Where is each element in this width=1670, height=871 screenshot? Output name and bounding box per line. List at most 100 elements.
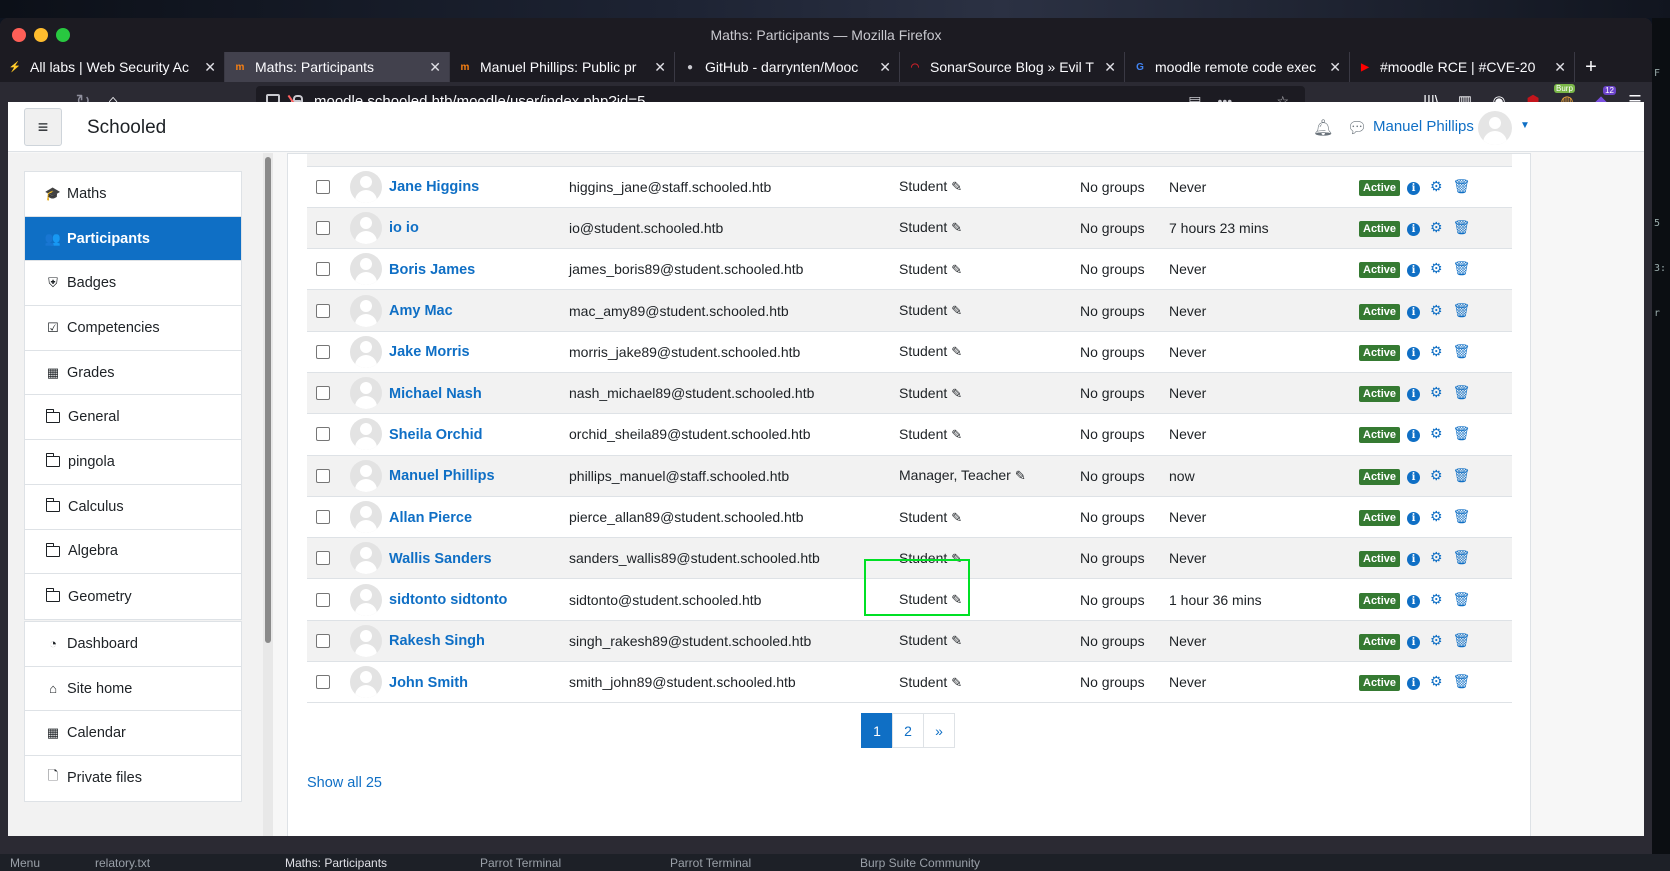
browser-tab[interactable]: ◠ SonarSource Blog » Evil T ✕	[900, 52, 1125, 82]
edit-enrolment-gear-icon[interactable]: ⚙	[1430, 467, 1443, 483]
taskbar-menu[interactable]: Menu	[10, 856, 40, 870]
edit-enrolment-gear-icon[interactable]: ⚙	[1430, 219, 1443, 235]
enrolment-info-icon[interactable]: i	[1407, 181, 1421, 195]
row-select-checkbox[interactable]	[316, 633, 330, 648]
browser-tab[interactable]: ▶ #moodle RCE | #CVE-20 ✕	[1350, 52, 1575, 82]
enrolment-info-icon[interactable]: i	[1407, 388, 1421, 402]
enrolment-info-icon[interactable]: i	[1407, 553, 1421, 567]
tab-close-icon[interactable]: ✕	[654, 59, 666, 76]
messages-chat-icon[interactable]: 💬︎	[1347, 118, 1367, 138]
enrolment-info-icon[interactable]: i	[1407, 470, 1421, 484]
page-2-button[interactable]: 2	[892, 713, 924, 748]
participant-avatar[interactable]	[350, 294, 382, 327]
row-select-checkbox[interactable]	[316, 386, 330, 401]
edit-role-pencil-icon[interactable]: ✎	[951, 262, 962, 277]
edit-role-pencil-icon[interactable]: ✎	[951, 344, 962, 359]
participant-avatar[interactable]	[350, 459, 382, 492]
edit-role-pencil-icon[interactable]: ✎	[951, 220, 962, 235]
enrolment-info-icon[interactable]: i	[1407, 512, 1421, 526]
participant-avatar[interactable]	[350, 253, 382, 286]
notifications-bell-icon[interactable]: 🔔︎	[1313, 118, 1333, 138]
page-1-button[interactable]: 1	[861, 713, 893, 748]
browser-tab[interactable]: ● GitHub - darrynten/Mooc ✕	[675, 52, 900, 82]
row-select-checkbox[interactable]	[316, 262, 330, 277]
unenrol-trash-icon[interactable]: 🗑︎	[1453, 673, 1471, 689]
participant-name-link[interactable]: John Smith	[389, 675, 468, 691]
sidebar-item-private-files[interactable]: 🗋 Private files	[25, 756, 241, 801]
edit-enrolment-gear-icon[interactable]: ⚙	[1430, 632, 1443, 648]
edit-role-pencil-icon[interactable]: ✎	[1015, 468, 1026, 483]
participant-avatar[interactable]	[350, 377, 382, 410]
unenrol-trash-icon[interactable]: 🗑︎	[1453, 632, 1471, 648]
taskbar-item[interactable]: relatory.txt	[95, 856, 150, 870]
edit-enrolment-gear-icon[interactable]: ⚙	[1430, 384, 1443, 400]
taskbar-item[interactable]: Burp Suite Community	[860, 856, 980, 870]
unenrol-trash-icon[interactable]: 🗑︎	[1453, 508, 1471, 524]
participant-avatar[interactable]	[350, 335, 382, 368]
participant-name-link[interactable]: Allan Pierce	[389, 510, 472, 526]
sidebar-item-dashboard[interactable]: ◔ Dashboard	[25, 622, 241, 667]
participant-avatar[interactable]	[350, 418, 382, 451]
show-all-link[interactable]: Show all 25	[307, 775, 382, 791]
edit-enrolment-gear-icon[interactable]: ⚙	[1430, 591, 1443, 607]
edit-enrolment-gear-icon[interactable]: ⚙	[1430, 260, 1443, 276]
participant-name-link[interactable]: sidtonto sidtonto	[389, 592, 507, 608]
participant-name-link[interactable]: Amy Mac	[389, 303, 453, 319]
participant-name-link[interactable]: Michael Nash	[389, 386, 482, 402]
edit-enrolment-gear-icon[interactable]: ⚙	[1430, 508, 1443, 524]
participant-avatar[interactable]	[350, 211, 382, 244]
sidebar-item-calendar[interactable]: ▦ Calendar	[25, 711, 241, 757]
enrolment-info-icon[interactable]: i	[1407, 222, 1421, 236]
unenrol-trash-icon[interactable]: 🗑︎	[1453, 343, 1471, 359]
row-select-checkbox[interactable]	[316, 592, 330, 607]
user-menu-name[interactable]: Manuel Phillips	[1373, 118, 1474, 135]
participant-name-link[interactable]: Rakesh Singh	[389, 633, 485, 649]
participant-name-link[interactable]: Wallis Sanders	[389, 551, 492, 567]
sidebar-item-general[interactable]: General	[25, 395, 241, 441]
sidebar-item-calculus[interactable]: Calculus	[25, 485, 241, 530]
row-select-checkbox[interactable]	[316, 220, 330, 235]
row-select-checkbox[interactable]	[316, 468, 330, 483]
participant-avatar[interactable]	[350, 170, 382, 203]
row-select-checkbox[interactable]	[316, 303, 330, 318]
sidebar-item-site-home[interactable]: ⌂ Site home	[25, 667, 241, 712]
row-select-checkbox[interactable]	[316, 427, 330, 442]
next-page-button[interactable]: »	[923, 713, 955, 748]
participant-name-link[interactable]: Jake Morris	[389, 344, 470, 360]
enrolment-info-icon[interactable]: i	[1407, 594, 1421, 608]
participant-avatar[interactable]	[350, 666, 382, 699]
participant-name-link[interactable]: io io	[389, 220, 419, 236]
edit-enrolment-gear-icon[interactable]: ⚙	[1430, 302, 1443, 318]
participant-avatar[interactable]	[350, 624, 382, 657]
browser-tab[interactable]: ⚡ All labs | Web Security Ac ✕	[0, 52, 225, 82]
sidebar-item-geometry[interactable]: Geometry	[25, 574, 241, 619]
user-menu-caret-icon[interactable]: ▼	[1520, 120, 1530, 131]
tab-close-icon[interactable]: ✕	[1554, 59, 1566, 76]
edit-enrolment-gear-icon[interactable]: ⚙	[1430, 549, 1443, 565]
edit-enrolment-gear-icon[interactable]: ⚙	[1430, 673, 1443, 689]
unenrol-trash-icon[interactable]: 🗑︎	[1453, 591, 1471, 607]
row-select-checkbox[interactable]	[316, 510, 330, 525]
tab-close-icon[interactable]: ✕	[1329, 59, 1341, 76]
taskbar-item-active[interactable]: Maths: Participants	[285, 856, 387, 870]
participant-name-link[interactable]: Jane Higgins	[389, 179, 479, 195]
participant-name-link[interactable]: Manuel Phillips	[389, 468, 495, 484]
sidebar-item-pingola[interactable]: pingola	[25, 440, 241, 485]
tab-close-icon[interactable]: ✕	[879, 59, 891, 76]
tab-close-icon[interactable]: ✕	[204, 59, 216, 76]
participant-avatar[interactable]	[350, 583, 382, 616]
row-select-checkbox[interactable]	[316, 344, 330, 359]
participant-name-link[interactable]: Sheila Orchid	[389, 427, 482, 443]
participant-avatar[interactable]	[350, 501, 382, 534]
unenrol-trash-icon[interactable]: 🗑︎	[1453, 467, 1471, 483]
unenrol-trash-icon[interactable]: 🗑︎	[1453, 178, 1471, 194]
edit-role-pencil-icon[interactable]: ✎	[951, 386, 962, 401]
enrolment-info-icon[interactable]: i	[1407, 264, 1421, 278]
sidebar-item-algebra[interactable]: Algebra	[25, 530, 241, 575]
tab-close-icon[interactable]: ✕	[429, 59, 441, 76]
site-name[interactable]: Schooled	[87, 117, 166, 139]
edit-enrolment-gear-icon[interactable]: ⚙	[1430, 178, 1443, 194]
unenrol-trash-icon[interactable]: 🗑︎	[1453, 549, 1471, 565]
unenrol-trash-icon[interactable]: 🗑︎	[1453, 302, 1471, 318]
unenrol-trash-icon[interactable]: 🗑︎	[1453, 219, 1471, 235]
